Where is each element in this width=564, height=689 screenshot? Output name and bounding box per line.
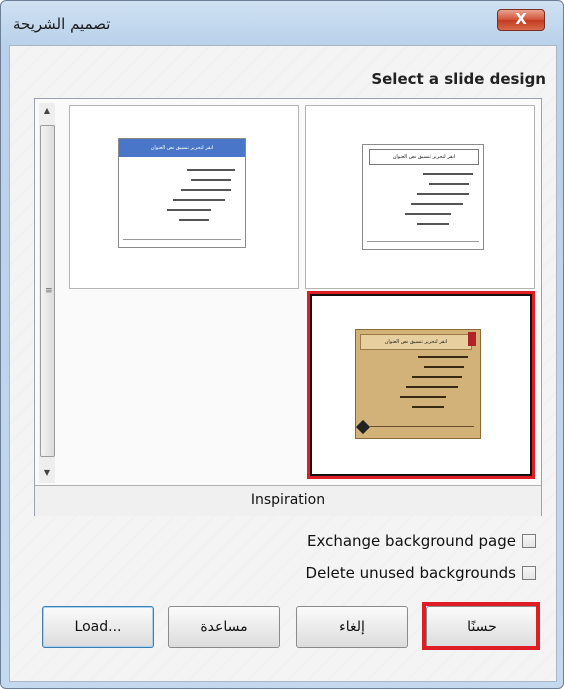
scroll-down-arrow-icon[interactable]: ▼ — [39, 465, 55, 481]
vertical-scrollbar[interactable]: ▲ ≡ ▼ — [39, 103, 55, 483]
selected-design-name: Inspiration — [250, 492, 326, 508]
swirl-icon — [355, 419, 371, 435]
scroll-thumb[interactable]: ≡ — [40, 125, 55, 457]
dialog-body: Select a slide design ▲ ≡ ▼ انقر لتحرير … — [9, 45, 557, 682]
help-button[interactable]: مساعدة — [168, 606, 280, 648]
close-button[interactable]: X — [497, 9, 545, 31]
delete-unused-checkbox[interactable] — [522, 566, 536, 580]
slide-design-1[interactable]: انقر لتحرير تنسيق نص العنوان — [69, 105, 299, 289]
grip-icon: ≡ — [45, 286, 53, 296]
caption-bar: Inspiration — [35, 485, 541, 516]
slide-thumbnail: انقر لتحرير تنسيق نص العنوان — [362, 144, 484, 250]
slide-thumbnail: انقر لتحرير تنسيق نص العنوان — [118, 138, 246, 248]
slide-design-3-inspiration[interactable]: انقر لتحرير تنسيق نص العنوان — [307, 291, 535, 479]
slide-thumb-title: انقر لتحرير تنسيق نص العنوان — [369, 149, 479, 165]
slide-thumb-title: انقر لتحرير تنسيق نص العنوان — [119, 139, 245, 157]
scroll-up-arrow-icon[interactable]: ▲ — [39, 103, 55, 119]
window-title: تصميم الشريحة — [13, 15, 111, 33]
ok-button-highlight — [422, 602, 540, 650]
bookmark-icon — [468, 332, 476, 346]
slide-thumbnail: انقر لتحرير تنسيق نص العنوان — [355, 329, 481, 439]
delete-unused-label: Delete unused backgrounds — [305, 564, 516, 582]
load-button[interactable]: Load... — [42, 606, 154, 648]
slide-design-list: ▲ ≡ ▼ انقر لتحرير تنسيق نص العنوان انقر … — [34, 98, 542, 516]
slide-design-dialog: تصميم الشريحة X Select a slide design ▲ … — [0, 0, 564, 689]
delete-unused-option[interactable]: Delete unused backgrounds — [306, 564, 536, 582]
exchange-background-option[interactable]: Exchange background page — [307, 532, 536, 550]
exchange-background-checkbox[interactable] — [522, 534, 536, 548]
title-bar: تصميم الشريحة X — [1, 1, 563, 45]
exchange-background-label: Exchange background page — [306, 532, 516, 550]
section-heading: Select a slide design — [371, 70, 546, 88]
cancel-button[interactable]: إلغاء — [296, 606, 408, 648]
slide-design-2[interactable]: انقر لتحرير تنسيق نص العنوان — [305, 105, 535, 289]
slide-thumb-title: انقر لتحرير تنسيق نص العنوان — [360, 334, 472, 350]
